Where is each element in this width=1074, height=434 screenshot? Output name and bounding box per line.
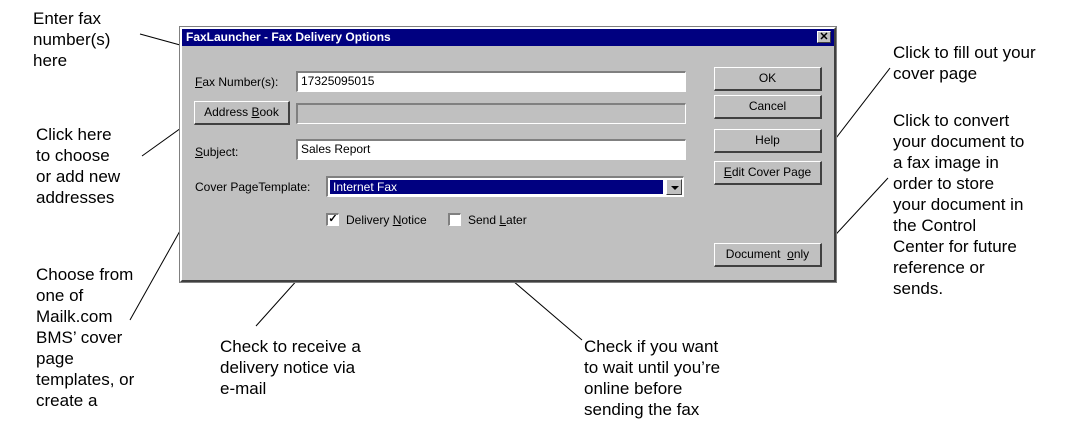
fax-number-input[interactable]: 17325095015: [296, 71, 686, 92]
delivery-notice-checkbox[interactable]: ✓: [326, 213, 339, 226]
help-button[interactable]: Help: [714, 129, 822, 153]
dialog-title-bar[interactable]: FaxLauncher - Fax Delivery Options ✕: [182, 29, 834, 46]
fax-number-label: Fax Number(s):: [195, 75, 279, 89]
close-icon[interactable]: ✕: [817, 31, 831, 43]
delivery-notice-label: Delivery Notice: [346, 213, 427, 227]
subject-label: Subject:: [195, 145, 239, 159]
cover-template-label: Cover PageTemplate:: [195, 180, 311, 194]
send-later-checkbox[interactable]: [448, 213, 461, 226]
address-book-button[interactable]: Address Book: [194, 101, 290, 125]
address-field: [296, 103, 686, 124]
cover-template-selected: Internet Fax: [330, 180, 663, 194]
dialog-title: FaxLauncher - Fax Delivery Options: [186, 30, 391, 44]
send-later-label: Send Later: [468, 213, 527, 227]
ok-button[interactable]: OK: [714, 67, 822, 91]
document-only-button[interactable]: Document only: [714, 243, 822, 267]
edit-cover-page-button[interactable]: Edit Cover Page: [714, 161, 822, 185]
cover-template-select[interactable]: Internet Fax: [326, 176, 684, 197]
chevron-down-icon[interactable]: [666, 179, 682, 195]
cancel-button[interactable]: Cancel: [714, 95, 822, 119]
fax-delivery-options-dialog: FaxLauncher - Fax Delivery Options ✕ Fax…: [179, 26, 837, 283]
subject-input[interactable]: Sales Report: [296, 139, 686, 160]
